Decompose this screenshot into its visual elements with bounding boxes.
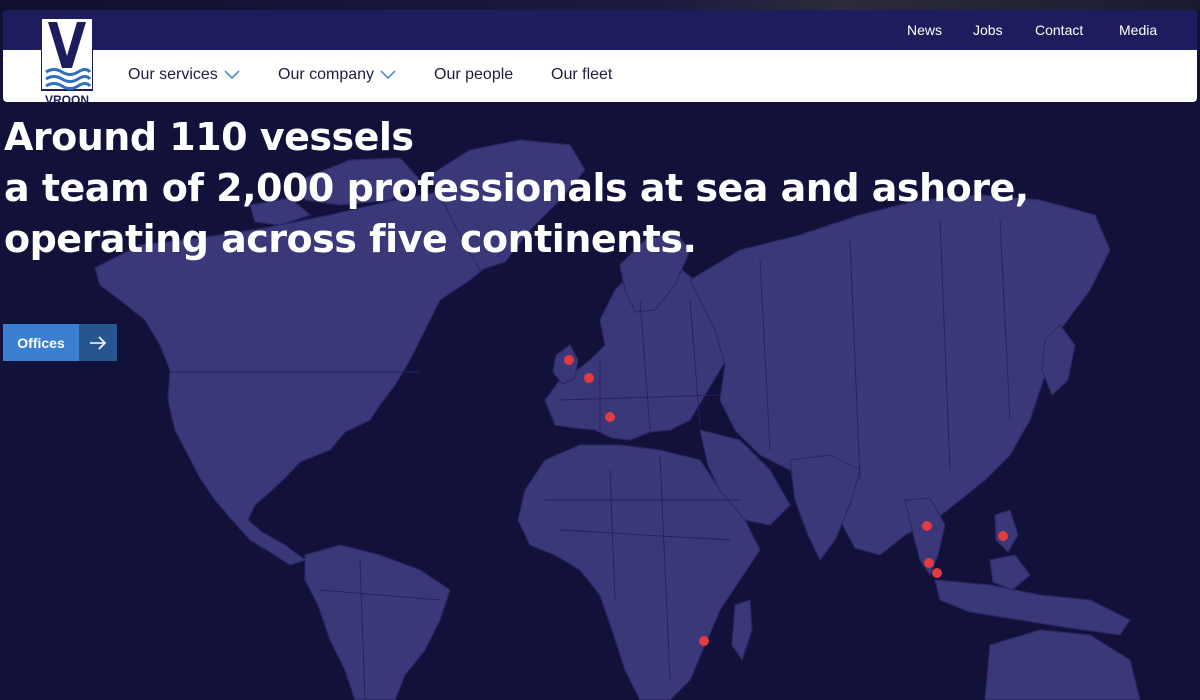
australia-landmass — [984, 629, 1141, 700]
nav-our-people-label: Our people — [434, 66, 514, 83]
nav-our-people[interactable]: Our people — [434, 66, 513, 84]
office-marker-netherlands — [584, 373, 594, 383]
arrow-right-icon — [79, 324, 117, 361]
office-marker-italy — [605, 412, 615, 422]
nav-our-services-label: Our services — [128, 66, 218, 83]
hero-line-1: Around 110 vessels — [4, 115, 414, 159]
nav-our-company-label: Our company — [278, 66, 375, 83]
main-nav-bar: Our services Our company Our people Our … — [3, 50, 1197, 102]
office-marker-mozambique — [699, 636, 709, 646]
nav-contact-link[interactable]: Contact — [1035, 22, 1083, 38]
hero-headline: Around 110 vessels a team of 2,000 profe… — [4, 112, 1029, 265]
uk-landmass — [552, 344, 579, 385]
utility-bar: News Jobs Contact Media — [3, 10, 1197, 50]
vroon-logo[interactable]: VROON — [41, 18, 93, 102]
nav-our-company[interactable]: Our company — [278, 66, 396, 84]
site-header: News Jobs Contact Media Our services Our… — [3, 10, 1197, 102]
office-marker-philippines — [998, 531, 1008, 541]
nav-media-link[interactable]: Media — [1119, 22, 1157, 38]
office-marker-singapore — [932, 568, 942, 578]
hero-line-2: a team of 2,000 professionals at sea and… — [4, 166, 1029, 210]
chevron-down-icon — [224, 70, 240, 80]
hero-line-3: operating across five continents. — [4, 217, 697, 261]
nav-jobs-link[interactable]: Jobs — [973, 22, 1003, 38]
logo-wordmark: VROON — [45, 93, 89, 102]
office-marker-malaysia — [924, 558, 934, 568]
south-america-landmass — [304, 544, 451, 700]
world-map — [94, 139, 1141, 700]
offices-button[interactable]: Offices — [3, 324, 117, 361]
india-landmass — [789, 454, 861, 562]
nav-news-link[interactable]: News — [907, 22, 942, 38]
offices-button-label: Offices — [3, 324, 79, 361]
chevron-down-icon — [380, 70, 396, 80]
office-marker-thailand — [922, 521, 932, 531]
nav-our-fleet[interactable]: Our fleet — [551, 66, 612, 84]
office-marker-uk — [564, 355, 574, 365]
nav-our-fleet-label: Our fleet — [551, 66, 613, 83]
nav-our-services[interactable]: Our services — [128, 66, 240, 84]
